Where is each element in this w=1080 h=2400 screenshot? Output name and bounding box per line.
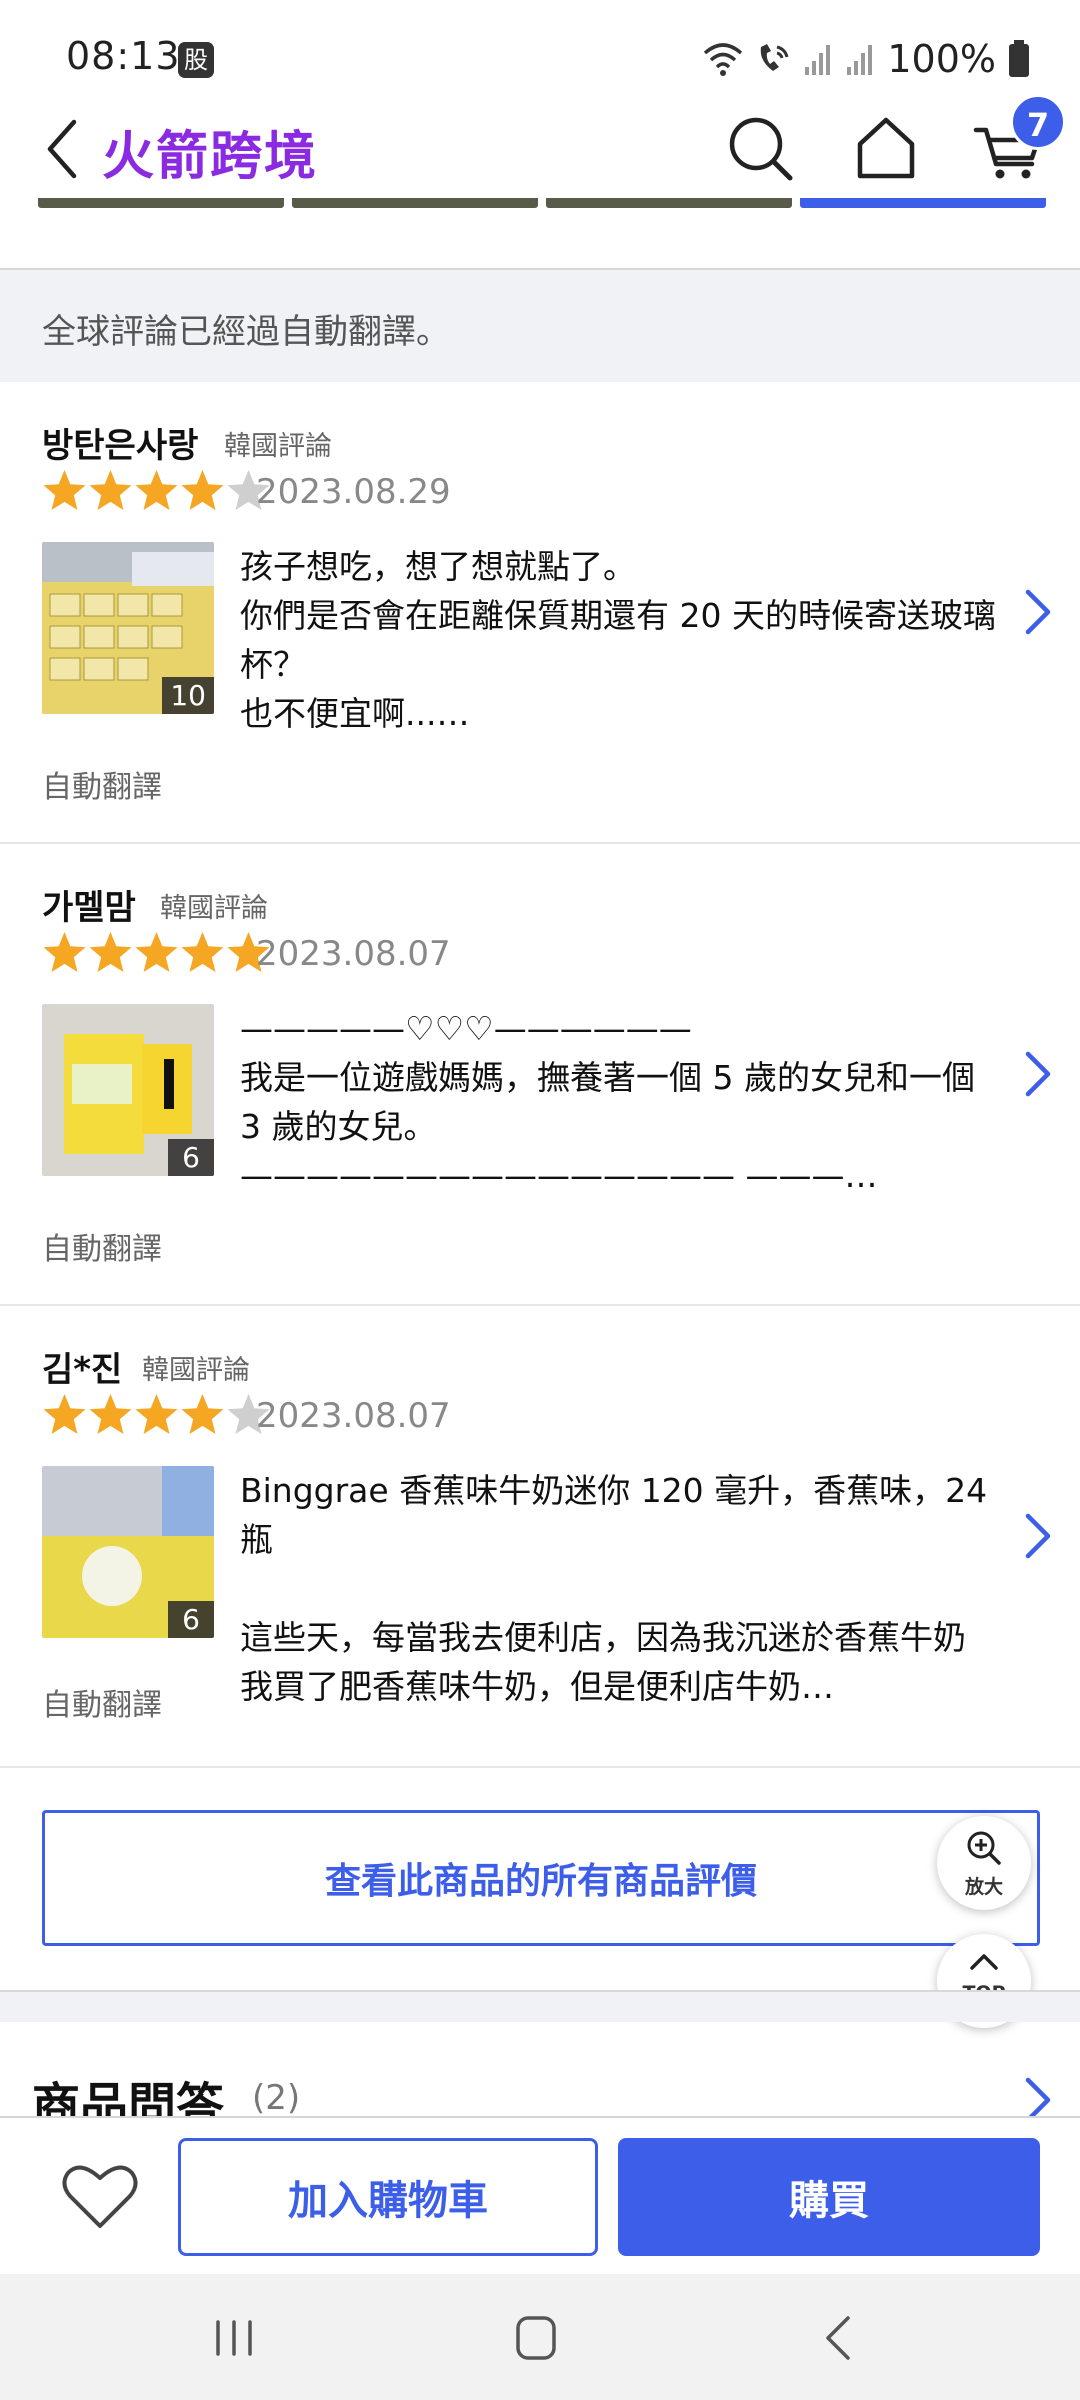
reviewer-name: 가멜맘 (42, 888, 136, 928)
auto-translate-label: 自動翻譯 (42, 770, 162, 805)
star-filled-icon (89, 1394, 132, 1434)
battery-percent: 100% (887, 37, 996, 81)
wifi-icon (704, 43, 743, 76)
thumbnail[interactable] (38, 198, 284, 208)
auto-translate-label: 自動翻譯 (42, 1688, 162, 1723)
chevron-right-icon[interactable] (1018, 1044, 1058, 1104)
star-filled-icon (181, 470, 224, 510)
thumbnail[interactable] (546, 198, 792, 208)
review-text[interactable]: 孩子想吃，想了想就點了。 你們是否會在距離保質期還有 20 天的時候寄送玻璃杯？… (240, 542, 1000, 738)
back-arrow-icon[interactable] (38, 114, 88, 184)
cart-count-badge: 7 (1010, 94, 1066, 150)
buy-label: 購買 (789, 2178, 869, 2224)
qa-count: (2) (252, 2078, 301, 2118)
image-thumbnail-strip (38, 198, 1046, 208)
status-time: 08:13 (66, 34, 181, 78)
status-icons: 100% (703, 34, 1030, 84)
star-filled-icon (43, 470, 86, 510)
signal-icon-2 (847, 45, 873, 75)
star-filled-icon (89, 470, 132, 510)
system-navigation-bar (0, 2274, 1080, 2400)
home-icon[interactable] (846, 108, 926, 188)
add-to-cart-button[interactable]: 加入購物車 (178, 2138, 598, 2256)
view-all-reviews-button[interactable]: 查看此商品的所有商品評價 (42, 1810, 1040, 1946)
view-all-reviews-label: 查看此商品的所有商品評價 (324, 1861, 757, 1902)
star-filled-icon (181, 932, 224, 972)
thumbnail[interactable] (292, 198, 538, 208)
review-text[interactable]: Binggrae 香蕉味牛奶迷你 120 毫升，香蕉味，24 瓶 這些天，每當我… (240, 1466, 1000, 1711)
review-date: 2023.08.29 (256, 472, 451, 512)
review-text[interactable]: —————♡♡♡—————— 我是一位遊戲媽媽，撫養著一個 5 歲的女兒和一個 … (240, 1004, 1000, 1200)
zoom-label: 放大 (964, 1876, 1003, 1898)
battery-icon (1009, 40, 1029, 77)
photo-count: 6 (168, 1139, 214, 1176)
chevron-up-icon (970, 1954, 998, 1970)
recent-apps-icon[interactable] (204, 2310, 264, 2366)
review-origin-label: 韓國評論 (224, 431, 332, 462)
translation-notice-text: 全球評論已經過自動翻譯。 (42, 312, 450, 352)
review-origin-label: 韓國評論 (142, 1355, 250, 1386)
review-item: 가멜맘 韓國評論 2023.08.07 6 —————♡♡♡—————— 我是一… (0, 844, 1080, 1306)
star-rating (42, 930, 271, 976)
star-filled-icon (43, 1394, 86, 1434)
chevron-right-icon[interactable] (1018, 582, 1058, 642)
star-filled-icon (135, 932, 178, 972)
chevron-right-icon[interactable] (1018, 1506, 1058, 1566)
back-nav-icon[interactable] (810, 2310, 870, 2366)
star-filled-icon (135, 470, 178, 510)
review-date: 2023.08.07 (256, 934, 451, 974)
zoom-in-icon (967, 1831, 1001, 1865)
search-icon[interactable] (720, 108, 800, 188)
review-origin-label: 韓國評論 (160, 893, 268, 924)
add-to-cart-label: 加入購物車 (288, 2178, 488, 2224)
signal-icon (805, 45, 831, 75)
photo-count: 10 (162, 677, 214, 714)
section-divider (0, 1990, 1080, 2022)
photo-count: 6 (168, 1601, 214, 1638)
review-photo[interactable]: 6 (42, 1004, 214, 1176)
thumbnail-active[interactable] (800, 198, 1046, 208)
review-item: 방탄은사랑 韓國評論 2023.08.29 10 孩子想吃，想了想就點了。 你們… (0, 382, 1080, 844)
review-item: 김*진 韓國評論 2023.08.07 6 Binggrae 香蕉味牛奶迷你 1… (0, 1306, 1080, 1768)
review-photo[interactable]: 6 (42, 1466, 214, 1638)
translation-notice: 全球評論已經過自動翻譯。 (0, 268, 1080, 382)
zoom-button[interactable]: 放大 (937, 1816, 1031, 1910)
reviewer-name: 김*진 (42, 1350, 123, 1390)
star-rating (42, 1392, 271, 1438)
review-photo[interactable]: 10 (42, 542, 214, 714)
status-notification-badge: 股 (178, 42, 214, 78)
star-filled-icon (135, 1394, 178, 1434)
buy-button[interactable]: 購買 (618, 2138, 1040, 2256)
reviewer-name: 방탄은사랑 (42, 426, 199, 466)
star-filled-icon (181, 1394, 224, 1434)
auto-translate-label: 自動翻譯 (42, 1232, 162, 1267)
bottom-action-bar: 加入購物車 購買 (0, 2116, 1080, 2274)
review-date: 2023.08.07 (256, 1396, 451, 1436)
star-rating (42, 468, 271, 514)
star-filled-icon (43, 932, 86, 972)
star-filled-icon (89, 932, 132, 972)
app-header: 火箭跨境 7 (0, 94, 1080, 200)
wifi-calling-icon (761, 44, 789, 71)
heart-icon[interactable] (58, 2158, 142, 2234)
app-title: 火箭跨境 (102, 127, 319, 187)
home-nav-icon[interactable] (506, 2310, 566, 2366)
